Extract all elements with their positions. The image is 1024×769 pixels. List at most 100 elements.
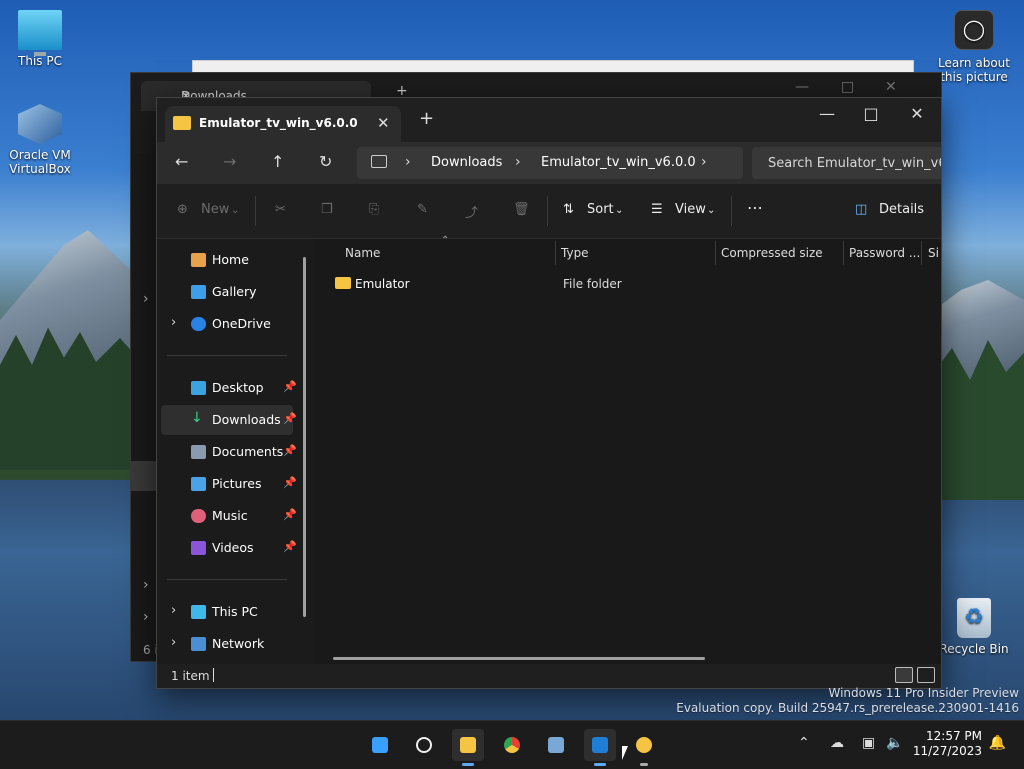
tab-emulator-folder[interactable]: Emulator_tv_win_v6.0.0 ✕ [165, 106, 401, 142]
chevron-right-icon[interactable]: › [171, 315, 176, 330]
taskbar-chrome[interactable] [496, 729, 528, 761]
desktop-icon-label: This PC [18, 54, 62, 68]
gallery-icon [191, 285, 206, 299]
chevron-right-icon[interactable]: › [143, 291, 149, 307]
more-options-icon[interactable]: ⋯ [747, 198, 763, 217]
share-button[interactable]: ⤴ [465, 202, 478, 221]
close-icon[interactable]: ✕ [885, 79, 897, 95]
taskbar-virtualbox[interactable] [540, 729, 572, 761]
virtualbox-icon [18, 104, 62, 144]
back-arrow-icon[interactable]: ← [175, 152, 188, 171]
column-divider[interactable] [715, 241, 716, 265]
maximize-icon[interactable]: □ [841, 79, 854, 95]
desktop-icon-virtualbox[interactable]: Oracle VM VirtualBox [0, 104, 80, 176]
breadcrumb-item-downloads[interactable]: Downloads [431, 155, 502, 170]
new-button[interactable]: New [201, 202, 229, 217]
notification-bell-icon[interactable]: 🔔 [989, 735, 1006, 751]
sidebar-item-videos[interactable]: Videos 📌 [161, 533, 297, 563]
sidebar-item-this-pc[interactable]: › This PC [161, 597, 293, 627]
column-divider[interactable] [555, 241, 556, 265]
chevron-right-icon[interactable]: › [143, 609, 149, 625]
desktop-icon-recycle-bin[interactable]: ♻ Recycle Bin [934, 598, 1014, 656]
pin-icon[interactable]: 📌 [283, 508, 297, 521]
running-indicator [462, 763, 474, 766]
pin-icon[interactable]: 📌 [283, 380, 297, 393]
sidebar-item-pictures[interactable]: Pictures 📌 [161, 469, 297, 499]
cloud-offline-icon[interactable]: ☁ [830, 735, 844, 751]
nav-scrollbar[interactable] [303, 257, 306, 617]
network-icon[interactable]: ▣ [862, 735, 875, 751]
rename-button[interactable]: ✎ [417, 202, 428, 217]
up-arrow-icon[interactable]: ↑ [271, 152, 284, 171]
volume-muted-icon[interactable]: 🔈 [886, 735, 903, 751]
chevron-right-icon[interactable]: › [405, 154, 411, 170]
sort-icon: ⇅ [563, 202, 574, 217]
refresh-icon[interactable]: ↻ [319, 152, 332, 171]
toolbar-divider [547, 196, 548, 226]
chevron-right-icon[interactable]: › [171, 603, 176, 618]
sidebar-item-documents[interactable]: Documents 📌 [161, 437, 297, 467]
search-box[interactable] [752, 147, 941, 179]
sidebar-item-network[interactable]: › Network [161, 629, 293, 659]
taskbar-emulator-app[interactable] [628, 729, 660, 766]
sidebar-item-music[interactable]: Music 📌 [161, 501, 297, 531]
table-row[interactable]: Emulator File folder [329, 273, 929, 297]
start-button[interactable] [364, 729, 396, 761]
desktop-icon-learn-about-picture[interactable]: ◯ Learn about this picture [934, 10, 1014, 84]
maximize-button[interactable]: □ [851, 104, 891, 123]
pin-icon[interactable]: 📌 [283, 476, 297, 489]
column-header-size[interactable]: Si [928, 246, 939, 260]
pin-icon[interactable]: 📌 [283, 444, 297, 457]
sort-button[interactable]: Sort [587, 202, 614, 217]
large-icons-view-icon[interactable] [917, 667, 935, 683]
sidebar-item-downloads[interactable]: ↓ Downloads 📌 [161, 405, 297, 435]
column-header-type[interactable]: Type [561, 246, 589, 260]
close-tab-icon[interactable]: ✕ [377, 114, 390, 132]
computer-icon [191, 605, 206, 619]
system-clock[interactable]: 12:57 PM 11/27/2023 [913, 729, 982, 759]
watermark-build: Evaluation copy. Build 25947.rs_prerelea… [676, 701, 1019, 715]
chevron-right-icon[interactable]: › [171, 635, 176, 650]
view-button[interactable]: View [675, 202, 706, 217]
desktop-icon-this-pc[interactable]: This PC [0, 10, 80, 68]
breadcrumb-item-emulator[interactable]: Emulator_tv_win_v6.0.0 [541, 155, 696, 170]
pin-icon[interactable]: 📌 [283, 412, 297, 425]
sidebar-item-label: Network [212, 636, 265, 651]
close-button[interactable]: ✕ [897, 104, 937, 123]
chevron-right-icon[interactable]: › [143, 577, 149, 593]
sidebar-item-desktop[interactable]: Desktop 📌 [161, 373, 297, 403]
copy-button[interactable]: ❐ [321, 202, 333, 217]
cut-button[interactable]: ✂ [275, 202, 286, 217]
chevron-right-icon[interactable]: › [515, 154, 521, 170]
sidebar-item-gallery[interactable]: Gallery [161, 277, 293, 307]
search-button[interactable] [408, 729, 440, 761]
file-explorer-window[interactable]: Emulator_tv_win_v6.0.0 ✕ + — □ ✕ ← → ↑ ↻… [156, 97, 942, 689]
new-tab-icon[interactable]: + [419, 108, 434, 129]
breadcrumb[interactable]: › Downloads › Emulator_tv_win_v6.0.0 › [357, 147, 743, 179]
sidebar-item-home[interactable]: Home [161, 245, 293, 275]
details-view-icon[interactable] [895, 667, 913, 683]
chevron-right-icon[interactable]: › [701, 154, 707, 170]
details-button[interactable]: Details [879, 202, 924, 217]
column-header-compressed-size[interactable]: Compressed size [721, 246, 823, 260]
minimize-icon[interactable]: — [795, 79, 809, 95]
taskbar-archive-app[interactable] [584, 729, 616, 766]
search-input[interactable] [766, 155, 941, 172]
pin-icon[interactable]: 📌 [283, 540, 297, 553]
download-icon: ↓ [191, 410, 203, 426]
title-bar[interactable]: Emulator_tv_win_v6.0.0 ✕ + — □ ✕ [157, 98, 941, 142]
chevron-up-icon[interactable]: ⌃ [798, 735, 810, 751]
delete-button[interactable]: 🗑 [513, 202, 530, 217]
paste-button[interactable]: ⎘ [369, 202, 379, 217]
music-icon [191, 509, 206, 523]
forward-arrow-icon[interactable]: → [223, 152, 236, 171]
column-header-password[interactable]: Password ... [849, 246, 920, 260]
taskbar-file-explorer[interactable] [452, 729, 484, 766]
column-divider[interactable] [921, 241, 922, 265]
column-header-name[interactable]: Name [345, 246, 380, 260]
horizontal-scrollbar[interactable] [333, 657, 705, 660]
sidebar-item-onedrive[interactable]: › OneDrive [161, 309, 293, 339]
minimize-button[interactable]: — [807, 104, 847, 123]
details-pane-icon: ◫ [855, 202, 868, 217]
column-divider[interactable] [843, 241, 844, 265]
